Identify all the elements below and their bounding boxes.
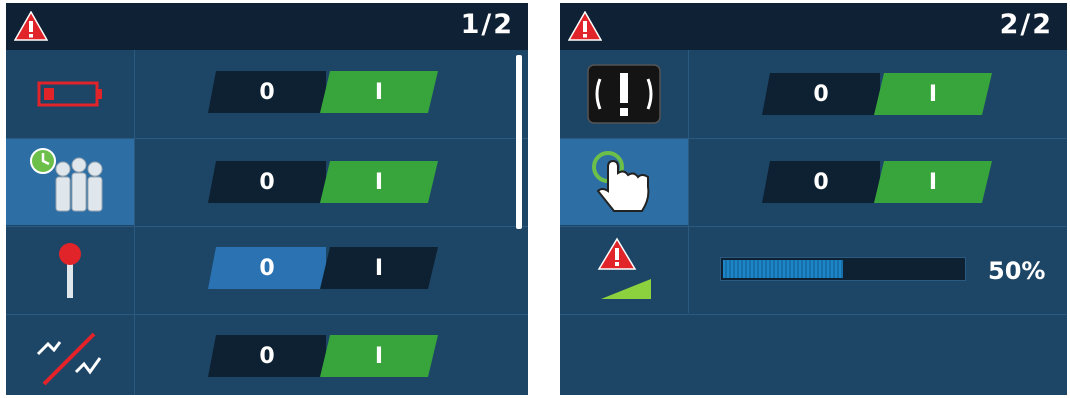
signal-disabled-icon [36, 332, 102, 386]
toggle-on-option[interactable]: I [874, 161, 992, 203]
row-divider [560, 314, 1067, 315]
setting-row-alert: 0 I [560, 51, 1067, 139]
toggle-off-option[interactable]: 0 [208, 71, 326, 113]
toggle-switch[interactable]: 0 I [208, 247, 438, 289]
toggle-off-option[interactable]: 0 [762, 73, 880, 115]
setting-icon-cell[interactable] [6, 227, 134, 313]
page-indicator: 1/2 [460, 9, 514, 40]
toggle-switch[interactable]: 0 I [208, 161, 438, 203]
toggle-on-option[interactable]: I [320, 247, 438, 289]
toggle-on-option[interactable]: I [320, 335, 438, 377]
title-bar: 2/2 [560, 3, 1067, 50]
setting-row-people-timer: 0 I [6, 139, 528, 227]
pin-icon [59, 243, 81, 298]
title-bar: 1/2 [6, 3, 528, 50]
warning-icon [14, 11, 48, 41]
scrollbar[interactable] [516, 55, 522, 229]
setting-icon-cell[interactable] [560, 51, 688, 137]
setting-row-signal: 0 I [6, 315, 528, 395]
toggle-switch[interactable]: 0 I [208, 71, 438, 113]
toggle-on-option[interactable]: I [320, 161, 438, 203]
toggle-off-option[interactable]: 0 [208, 161, 326, 203]
settings-screen-page-1: 1/2 0 I 0 I 0 I 0 I [6, 3, 528, 395]
toggle-on-option[interactable]: I [320, 71, 438, 113]
progress-percent-label: 50% [988, 257, 1046, 285]
people-timer-icon [30, 148, 103, 212]
settings-screen-page-2: 2/2 0 I 0 I 50% [560, 3, 1067, 395]
alert-sign-icon [587, 64, 661, 124]
toggle-switch[interactable]: 0 I [208, 335, 438, 377]
toggle-switch[interactable]: 0 I [762, 161, 992, 203]
battery-low-icon [37, 81, 102, 107]
setting-icon-cell-selected[interactable] [560, 139, 688, 225]
toggle-on-option[interactable]: I [874, 73, 992, 115]
setting-row-touch: 0 I [560, 139, 1067, 227]
toggle-switch[interactable]: 0 I [762, 73, 992, 115]
touch-hand-icon [592, 151, 650, 212]
warning-level-icon [597, 237, 651, 299]
progress-fill [723, 260, 843, 278]
page-indicator: 2/2 [999, 9, 1053, 40]
toggle-off-option[interactable]: 0 [762, 161, 880, 203]
setting-icon-cell[interactable] [6, 51, 134, 137]
setting-icon-cell-selected[interactable] [6, 139, 134, 225]
setting-row-pin: 0 I [6, 227, 528, 315]
warning-icon [568, 11, 602, 41]
setting-row-battery: 0 I [6, 51, 528, 139]
toggle-off-option[interactable]: 0 [208, 247, 326, 289]
level-progress-bar[interactable] [720, 257, 966, 281]
setting-icon-cell[interactable] [560, 227, 688, 313]
toggle-off-option[interactable]: 0 [208, 335, 326, 377]
setting-icon-cell[interactable] [6, 315, 134, 395]
